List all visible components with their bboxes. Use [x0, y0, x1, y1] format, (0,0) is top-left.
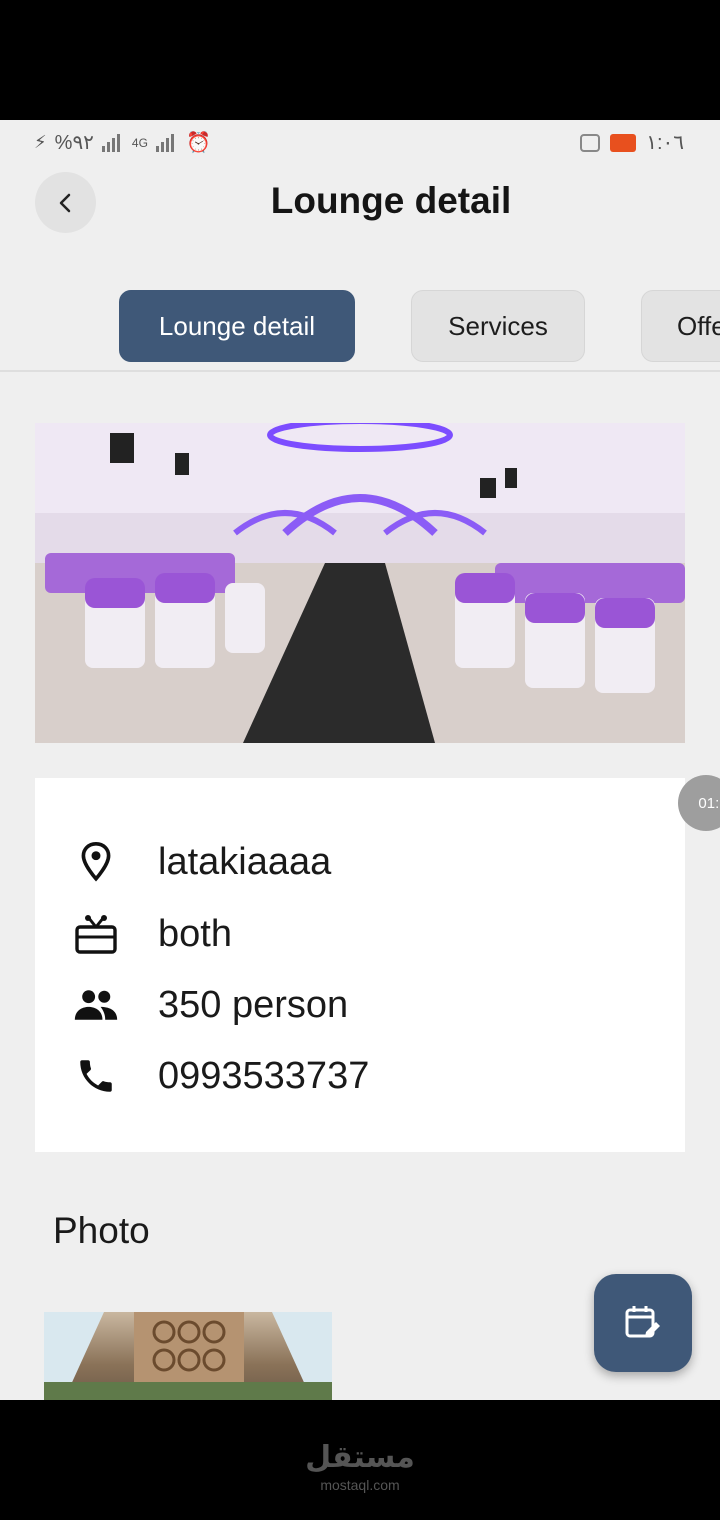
book-lounge-button[interactable] [594, 1274, 692, 1372]
battery-level: %٩٢ [54, 132, 94, 154]
signal-icon-2 [155, 133, 178, 152]
capacity-row: 350 person [35, 979, 685, 1029]
phone-value[interactable]: 0993533737 [158, 1055, 369, 1098]
location-value: latakiaaaa [158, 841, 332, 883]
status-right: ١:٠٦ [580, 130, 684, 155]
type-row: both [35, 908, 685, 958]
thumbnail-illustration [44, 1312, 332, 1400]
lounge-info-card: latakiaaaa both 350 person 0993533737 [35, 778, 685, 1152]
lounge-main-photo[interactable] [35, 423, 685, 743]
watermark-site: mostaql.com [320, 1477, 400, 1493]
people-icon [73, 983, 119, 1027]
clock: ١:٠٦ [646, 132, 684, 154]
page-title: Lounge detail [270, 180, 512, 221]
lounge-photo-illustration [35, 423, 685, 743]
alarm-icon: ⏰ [185, 132, 211, 154]
capacity-value: 350 person [158, 984, 349, 1026]
phone-icon [73, 1054, 119, 1098]
status-left: ⚡ %٩٢ 4G ⏰ [34, 130, 211, 155]
photo-thumbnail[interactable] [44, 1312, 332, 1400]
watermark: مستقل mostaql.com [0, 1440, 720, 1493]
tab-services[interactable]: Services [411, 290, 585, 362]
location-row: latakiaaaa [35, 836, 685, 886]
tab-bar: Lounge detail Services Offe [0, 290, 720, 372]
tab-lounge-detail[interactable]: Lounge detail [119, 290, 355, 362]
battery-icon: ⚡ [34, 132, 47, 152]
location-pin-icon [73, 840, 119, 884]
calendar-edit-icon [625, 1306, 660, 1338]
network-type: 4G [131, 135, 148, 150]
cake-icon [73, 912, 119, 956]
phone-row: 0993533737 [35, 1050, 685, 1100]
tab-offers[interactable]: Offe [641, 290, 720, 362]
type-value: both [158, 913, 232, 955]
wifi-icon [580, 133, 601, 152]
app-screen: ⚡ %٩٢ 4G ⏰ ١:٠٦ Lounge detail Lounge det… [0, 120, 720, 1400]
screen-record-icon [610, 133, 637, 152]
status-bar: ⚡ %٩٢ 4G ⏰ ١:٠٦ [0, 120, 720, 164]
photo-section-title: Photo [53, 1210, 150, 1251]
signal-icon [101, 133, 124, 152]
watermark-logo: مستقل [305, 1440, 415, 1475]
